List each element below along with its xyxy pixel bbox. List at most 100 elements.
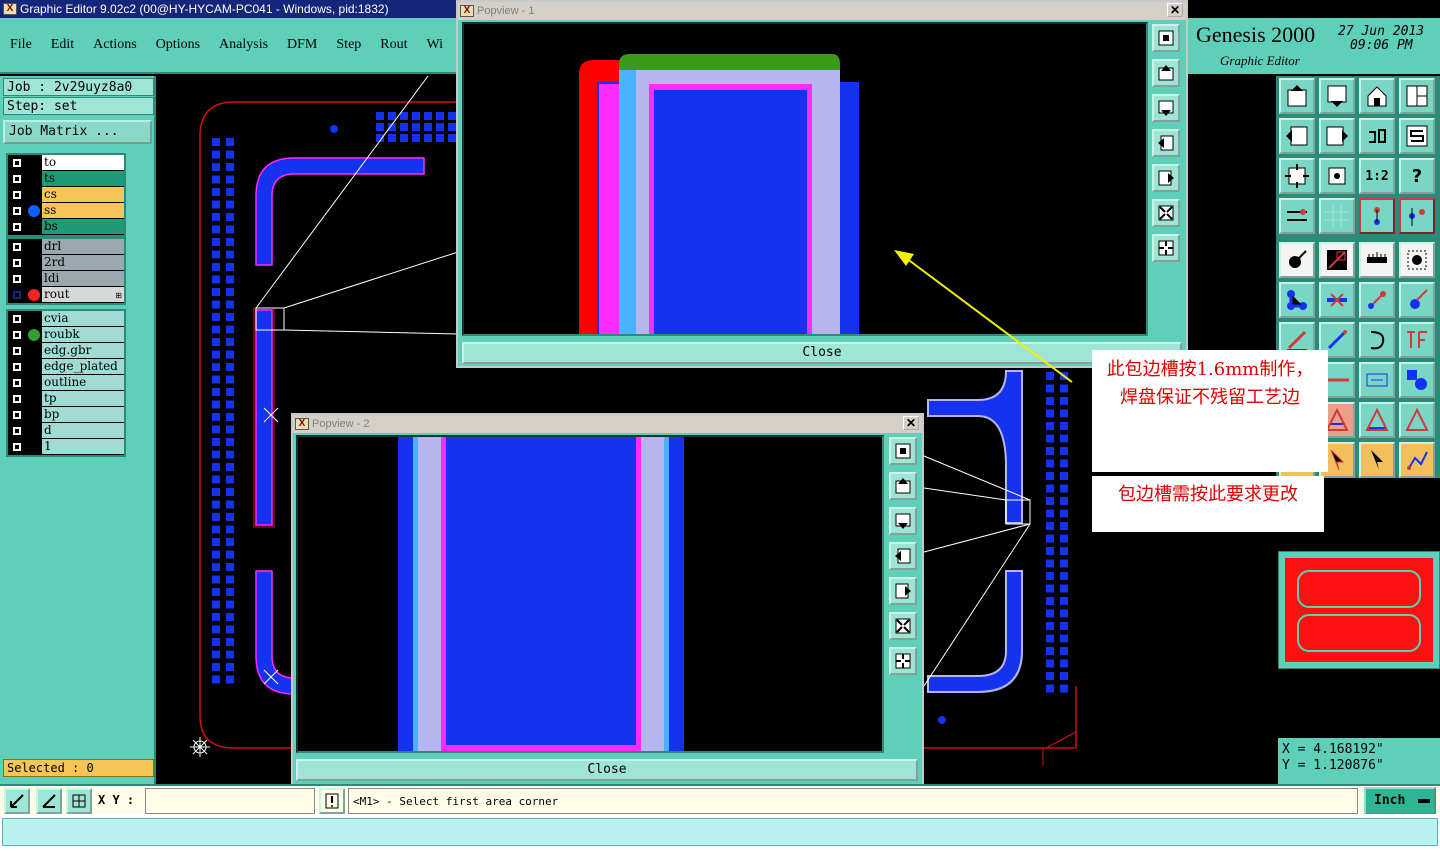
- zoom-out-icon[interactable]: [1152, 234, 1180, 262]
- layer-checkbox[interactable]: [12, 442, 22, 452]
- layer-checkbox[interactable]: [12, 290, 22, 300]
- zoom-fit-icon[interactable]: [4, 788, 30, 814]
- zoom-right-icon[interactable]: [1319, 118, 1355, 154]
- grid-icon[interactable]: [1319, 198, 1355, 234]
- pan-right-icon[interactable]: [1152, 164, 1180, 192]
- home-icon[interactable]: [1359, 78, 1395, 114]
- zoom-out-icon[interactable]: [1319, 158, 1355, 194]
- pan-down-icon[interactable]: [889, 507, 917, 535]
- popview-2-view[interactable]: [296, 435, 884, 753]
- layer-checkbox[interactable]: [12, 330, 22, 340]
- layer-checkbox[interactable]: [12, 190, 22, 200]
- layer-row[interactable]: d: [8, 423, 124, 439]
- layer-row[interactable]: edge_plated: [8, 359, 124, 375]
- layer-row[interactable]: ts: [8, 171, 124, 187]
- popview-1-close-icon[interactable]: ✕: [1167, 3, 1183, 17]
- measure-icon[interactable]: [1279, 198, 1315, 234]
- layer-checkbox[interactable]: [12, 206, 22, 216]
- pad-group-icon[interactable]: [1399, 362, 1435, 398]
- select-pad-icon[interactable]: [1279, 242, 1315, 278]
- zoom-left-icon[interactable]: [1279, 118, 1315, 154]
- layer-checkbox[interactable]: [12, 274, 22, 284]
- zoom-in-icon[interactable]: [889, 612, 917, 640]
- menu-file[interactable]: File: [10, 37, 32, 53]
- move-feature-icon[interactable]: [1359, 282, 1395, 318]
- unit-selector[interactable]: Inch: [1364, 787, 1436, 815]
- layer-row[interactable]: 1: [8, 439, 124, 455]
- zoom-in-icon[interactable]: [1279, 158, 1315, 194]
- layer-row[interactable]: bp: [8, 407, 124, 423]
- outline-c-icon[interactable]: [1399, 402, 1435, 438]
- layer-row[interactable]: 2rd: [8, 255, 124, 271]
- popview-2-title-bar[interactable]: X Popview - 2 ✕: [293, 415, 922, 433]
- layer-row[interactable]: cs: [8, 187, 124, 203]
- layer-row[interactable]: rout ⊞: [8, 287, 124, 303]
- popview-2-window[interactable]: X Popview - 2 ✕ Close: [291, 413, 924, 786]
- layer-row[interactable]: roubk: [8, 327, 124, 343]
- help-button[interactable]: ?: [1399, 158, 1435, 194]
- layer-checkbox[interactable]: [12, 378, 22, 388]
- menu-rout[interactable]: Rout: [380, 37, 407, 53]
- layer-row[interactable]: drl: [8, 239, 124, 255]
- pan-up-icon[interactable]: [889, 472, 917, 500]
- redraw-icon[interactable]: [1399, 118, 1435, 154]
- layer-row[interactable]: ldi: [8, 271, 124, 287]
- snap-icon[interactable]: [1359, 198, 1395, 234]
- layer-row[interactable]: ss: [8, 203, 124, 219]
- layer-checkbox[interactable]: [12, 222, 22, 232]
- layer-row[interactable]: outline: [8, 375, 124, 391]
- xy-input[interactable]: [145, 788, 315, 814]
- menu-window[interactable]: Wi: [427, 37, 444, 53]
- ruler-icon[interactable]: [1359, 242, 1395, 278]
- layer-row[interactable]: to: [8, 155, 124, 171]
- dimension-icon[interactable]: [1359, 362, 1395, 398]
- layer-checkbox[interactable]: [12, 158, 22, 168]
- job-matrix-button[interactable]: Job Matrix ...: [3, 120, 152, 144]
- split-view-icon[interactable]: [1399, 78, 1435, 114]
- layer-row[interactable]: tp: [8, 391, 124, 407]
- pan-down-icon[interactable]: [1152, 94, 1180, 122]
- layer-checkbox[interactable]: [12, 314, 22, 324]
- copy-feature-icon[interactable]: [1399, 282, 1435, 318]
- popview-2-close-button[interactable]: Close: [296, 759, 918, 781]
- popview-2-close-icon[interactable]: ✕: [903, 416, 919, 430]
- angle-snap-icon[interactable]: [36, 788, 62, 814]
- layer-row[interactable]: edg.gbr: [8, 343, 124, 359]
- route-path-icon[interactable]: [1399, 442, 1435, 478]
- mini-map[interactable]: [1278, 551, 1440, 669]
- delete-feature-icon[interactable]: [1319, 282, 1355, 318]
- layer-row[interactable]: bs: [8, 219, 124, 235]
- layer-checkbox[interactable]: [12, 174, 22, 184]
- popview-1-title-bar[interactable]: X Popview - 1 ✕: [458, 2, 1186, 20]
- select-line-icon[interactable]: [1319, 242, 1355, 278]
- zoom-box-icon[interactable]: [1152, 24, 1180, 52]
- snap-center-icon[interactable]: [1399, 198, 1435, 234]
- add-pad-icon[interactable]: [1279, 282, 1315, 318]
- menu-step[interactable]: Step: [336, 37, 361, 53]
- layer-checkbox[interactable]: [12, 362, 22, 372]
- zoom-box-icon[interactable]: [889, 437, 917, 465]
- scale-one-to-two-button[interactable]: 1:2: [1359, 158, 1395, 194]
- layer-checkbox[interactable]: [12, 258, 22, 268]
- grid-snap-icon[interactable]: [66, 788, 92, 814]
- main-window-title-bar[interactable]: X Graphic Editor 9.02c2 (00@HY-HYCAM-PC0…: [0, 0, 456, 18]
- text-feature-icon[interactable]: [1399, 322, 1435, 358]
- zoom-down-icon[interactable]: [1319, 78, 1355, 114]
- zoom-home-icon[interactable]: [1279, 78, 1315, 114]
- menu-actions[interactable]: Actions: [93, 37, 137, 53]
- menu-dfm[interactable]: DFM: [287, 37, 317, 53]
- menu-options[interactable]: Options: [156, 37, 200, 53]
- draw-arc-icon[interactable]: [1359, 322, 1395, 358]
- outline-b-icon[interactable]: [1359, 402, 1395, 438]
- layer-checkbox[interactable]: [12, 410, 22, 420]
- layer-checkbox[interactable]: [12, 426, 22, 436]
- pan-up-icon[interactable]: [1152, 59, 1180, 87]
- zoom-out-icon[interactable]: [889, 647, 917, 675]
- layer-expand-icon[interactable]: ⊞: [115, 291, 122, 300]
- layer-checkbox[interactable]: [12, 394, 22, 404]
- layer-row[interactable]: cvia: [8, 311, 124, 327]
- undo-zoom-icon[interactable]: [1359, 118, 1395, 154]
- pointer-c-icon[interactable]: [1359, 442, 1395, 478]
- menu-analysis[interactable]: Analysis: [219, 37, 268, 53]
- pan-right-icon[interactable]: [889, 577, 917, 605]
